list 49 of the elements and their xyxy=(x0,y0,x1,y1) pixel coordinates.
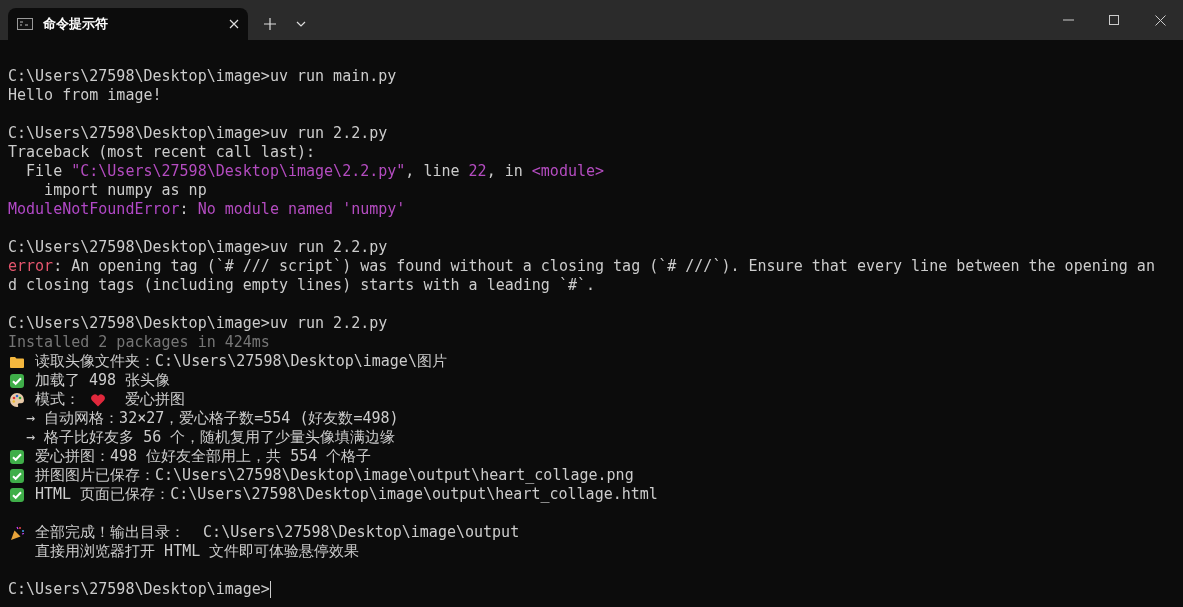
terminal-text: : xyxy=(179,200,190,219)
terminal-text: 全部完成！输出目录： C:\Users\27598\Desktop\image\output xyxy=(34,523,520,542)
terminal-text: 爱心拼图 xyxy=(124,390,186,409)
exception-name: ModuleNotFoundError xyxy=(8,200,180,219)
terminal-icon xyxy=(17,18,33,30)
highlighted-text: "C:\Users\27598\Desktop\image\2.2.py" xyxy=(71,162,406,181)
terminal-text: File xyxy=(25,162,64,181)
terminal-text: HTML 页面已保存：C:\Users\27598\Desktop\image\output\heart_collage.html xyxy=(34,485,658,504)
check-icon xyxy=(9,467,25,484)
error-label: error xyxy=(8,257,54,276)
terminal-text: → 自动网格：32×27，爱心格子数=554 (好友数=498) xyxy=(25,409,399,428)
terminal-text: d closing tags (including empty lines) starts with a leading `#`. xyxy=(8,276,595,295)
close-icon[interactable] xyxy=(229,19,239,29)
terminal-text: 拼图图片已保存：C:\Users\27598\Desktop\image\output\heart_collage.png xyxy=(34,466,634,485)
terminal-text: → 格子比好友多 56 个，随机复用了少量头像填满边缘 xyxy=(25,428,396,447)
check-icon xyxy=(9,372,25,389)
terminal-text: 读取头像文件夹：C:\Users\27598\Desktop\image\图片 xyxy=(34,352,447,371)
terminal-text: import numpy as np xyxy=(43,181,207,200)
highlighted-text: 22 xyxy=(468,162,487,181)
terminal-text: , line xyxy=(405,162,461,181)
minimize-icon[interactable] xyxy=(1062,19,1074,21)
maximize-icon[interactable] xyxy=(1109,15,1119,25)
terminal-tab[interactable]: 命令提示符 xyxy=(8,8,248,40)
heart-icon xyxy=(90,391,107,408)
new-tab-icon[interactable] xyxy=(264,18,276,30)
terminal-text: 直接用浏览器打开 HTML 文件即可体验悬停效果 xyxy=(34,542,360,561)
text-cursor xyxy=(269,581,271,598)
terminal-text: 模式： xyxy=(34,390,82,409)
tab-title: 命令提示符 xyxy=(43,15,109,34)
party-popper-icon xyxy=(9,524,25,541)
palette-icon xyxy=(9,391,25,408)
close-window-icon[interactable] xyxy=(1154,14,1166,26)
check-icon xyxy=(9,486,25,503)
terminal-text: C:\Users\27598\Desktop\image> xyxy=(8,580,270,599)
terminal-text: Traceback (most recent call last): xyxy=(8,143,316,162)
terminal-text: Hello from image! xyxy=(8,86,162,105)
terminal-text: C:\Users\27598\Desktop\image>uv run main.py xyxy=(8,67,397,86)
check-icon xyxy=(9,448,25,465)
terminal-text: , in xyxy=(486,162,524,181)
terminal-text: : An opening tag (`# /// script`) was found without a closing tag (`# ///`). Ensure that every line between the opening an xyxy=(53,257,1155,276)
terminal-text: 爱心拼图：498 位好友全部用上，共 554 个格子 xyxy=(34,447,372,466)
terminal-text: C:\Users\27598\Desktop\image>uv run 2.2.py xyxy=(8,124,388,143)
terminal-text: C:\Users\27598\Desktop\image>uv run 2.2.py xyxy=(8,238,388,257)
dim-text: Installed 2 packages in 424ms xyxy=(8,333,270,352)
highlighted-text: <module> xyxy=(531,162,605,181)
terminal-text: 加载了 498 张头像 xyxy=(34,371,171,390)
terminal-text: C:\Users\27598\Desktop\image>uv run 2.2.py xyxy=(8,314,388,333)
highlighted-text: No module named 'numpy' xyxy=(197,200,406,219)
dropdown-icon[interactable] xyxy=(296,21,306,27)
